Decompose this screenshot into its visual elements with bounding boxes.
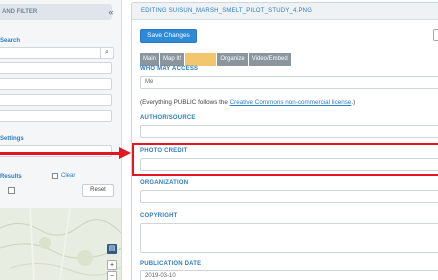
search-section-label: Search	[0, 38, 21, 44]
filter-field-3[interactable]	[0, 94, 112, 106]
who-may-access-label: WHO MAY ACCESS	[140, 66, 199, 72]
author-source-label: AUTHOR/SOURCE	[140, 115, 196, 121]
annotation-arrow-line	[0, 152, 122, 155]
copyright-label: COPYRIGHT	[140, 213, 178, 219]
organization-field[interactable]	[140, 190, 438, 203]
clear-label: Clear	[61, 173, 76, 179]
filter-header[interactable]: AND FILTER	[0, 4, 112, 20]
filter-sidebar: AND FILTER « Search ⌕ Settings Results C…	[0, 0, 122, 280]
save-changes-button[interactable]: Save Changes	[140, 29, 197, 43]
search-button[interactable]: ⌕	[100, 47, 114, 59]
map-terrain	[0, 208, 121, 280]
tab-organize[interactable]: Organize	[217, 53, 249, 66]
settings-select[interactable]	[0, 145, 112, 157]
panel-option-box[interactable]	[433, 29, 438, 41]
results-checkbox[interactable]	[8, 187, 15, 194]
double-chevron-left-icon[interactable]: «	[104, 5, 118, 19]
editing-title: EDITING SUISUN_MARSH_SMELT_PILOT_STUDY_4…	[132, 3, 438, 20]
organization-label: ORGANIZATION	[140, 180, 189, 186]
results-label: Results	[0, 174, 22, 180]
tab-main[interactable]: Main	[140, 53, 161, 66]
editor-tabs: Main Map It! Metadata Organize Video/Emb…	[140, 53, 292, 66]
clear-checkbox[interactable]: Clear	[52, 173, 75, 179]
search-input[interactable]	[0, 47, 112, 59]
zoom-out-icon[interactable]: −	[107, 271, 117, 280]
license-suffix: .)	[351, 99, 356, 106]
settings-section-label: Settings	[0, 136, 24, 142]
filter-field-4[interactable]	[0, 110, 112, 122]
arrow-right-icon	[119, 147, 131, 159]
who-may-access-select[interactable]: Me	[140, 76, 438, 89]
filter-field-2[interactable]	[0, 78, 112, 90]
zoom-in-icon[interactable]: +	[107, 260, 117, 270]
tab-metadata[interactable]: Metadata	[185, 53, 218, 66]
copyright-field[interactable]	[140, 223, 438, 253]
creative-commons-link[interactable]: Creative Commons non-commercial license	[230, 99, 352, 106]
edit-panel: EDITING SUISUN_MARSH_SMELT_PILOT_STUDY_4…	[131, 2, 438, 280]
license-note: (Everything PUBLIC follows the Creative …	[140, 99, 355, 106]
license-prefix: (Everything PUBLIC follows the	[140, 99, 230, 106]
publication-date-field[interactable]: 2019-03-10	[140, 270, 438, 280]
mini-map[interactable]: ▤ + −	[0, 208, 121, 280]
filter-field-1[interactable]	[0, 62, 112, 74]
tab-map-it[interactable]: Map It!	[160, 53, 186, 66]
map-layers-icon[interactable]: ▤	[107, 244, 117, 254]
publication-date-label: PUBLICATION DATE	[140, 261, 202, 267]
photo-credit-highlight	[132, 143, 438, 176]
reset-button[interactable]: Reset	[82, 184, 114, 197]
tab-video-embed[interactable]: Video/Embed	[248, 53, 292, 66]
author-source-field[interactable]	[140, 125, 438, 138]
checkbox-icon[interactable]	[52, 173, 58, 179]
